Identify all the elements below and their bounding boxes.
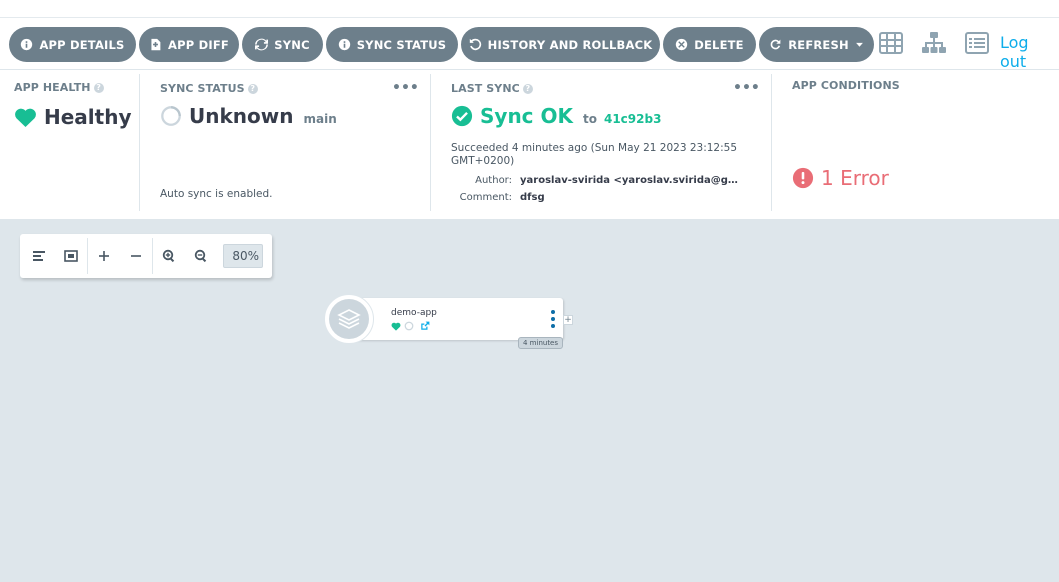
tree-grid-view-icon[interactable] [877, 29, 905, 57]
check-circle-icon [451, 105, 473, 127]
last-sync-title-text: LAST SYNC [451, 82, 520, 95]
sync-button[interactable]: SYNC [242, 27, 323, 62]
app-details-label: APP DETAILS [39, 37, 125, 52]
sync-status-value: Unknown [189, 104, 294, 128]
sync-status-menu[interactable]: ••• [392, 80, 419, 96]
plus-icon [99, 251, 109, 261]
fit-image-icon [64, 250, 78, 262]
help-icon[interactable]: ? [93, 82, 104, 93]
resource-graph[interactable]: 80% demo-app + 4 minutes [0, 220, 1059, 582]
comment-label: Comment: [459, 192, 512, 203]
delete-label: DELETE [694, 37, 744, 52]
fit-view-button[interactable] [55, 234, 87, 278]
commit-link[interactable]: 41c92b3 [604, 112, 661, 126]
align-left-button[interactable] [23, 234, 55, 278]
zoom-in-icon [162, 249, 175, 263]
app-details-button[interactable]: APP DETAILS [9, 27, 136, 62]
last-sync-value-row: Sync OK to 41c92b3 [451, 104, 661, 128]
heart-icon [391, 322, 401, 331]
app-node-name: demo-app [391, 308, 437, 318]
app-health-value: Healthy [44, 105, 132, 129]
auto-sync-note: Auto sync is enabled. [160, 188, 273, 200]
help-icon[interactable]: ? [522, 83, 533, 94]
sync-status-button[interactable]: SYNC STATUS [326, 27, 458, 62]
app-health-section: APP HEALTH ? Healthy [0, 70, 139, 212]
caret-down-icon [855, 42, 863, 47]
collapse-button[interactable] [120, 234, 152, 278]
times-circle-icon [676, 38, 688, 51]
history-and-rollback-label: HISTORY AND ROLLBACK [487, 37, 653, 52]
layers-icon [337, 309, 361, 329]
comment-value: dfsg [520, 192, 545, 203]
sync-label: SYNC [274, 37, 310, 52]
status-panel: APP HEALTH ? Healthy SYNC STATUS ? ••• U… [0, 70, 1059, 220]
app-conditions-section: APP CONDITIONS 1 Error [772, 70, 1059, 212]
network-view-icon[interactable] [920, 29, 948, 57]
app-health-title-text: APP HEALTH [14, 81, 91, 94]
logout-link[interactable]: Log out [1000, 33, 1059, 71]
author-value: yaroslav-svirida <yaroslav.svirida@gmail… [520, 175, 748, 186]
sync-status-section: SYNC STATUS ? ••• Unknown main Auto sync… [140, 70, 430, 212]
info-circle-icon [21, 38, 33, 51]
last-sync-title: LAST SYNC ? [451, 82, 533, 95]
refresh-button[interactable]: REFRESH [759, 27, 874, 62]
app-node-status-icons [391, 321, 430, 331]
expand-button[interactable] [88, 234, 120, 278]
minus-icon [131, 255, 141, 257]
sync-unknown-circle-icon [161, 106, 181, 126]
zoom-in-button[interactable] [153, 234, 185, 278]
app-diff-button[interactable]: APP DIFF [139, 27, 239, 62]
sync-icon [255, 38, 269, 51]
app-conditions-value: 1 Error [821, 166, 889, 190]
app-conditions-error[interactable]: 1 Error [792, 166, 889, 190]
refresh-icon [770, 39, 781, 50]
sync-unknown-circle-icon [404, 321, 414, 331]
app-conditions-title: APP CONDITIONS [792, 79, 900, 92]
last-sync-section: LAST SYNC ? ••• Sync OK to 41c92b3 Succe… [431, 70, 771, 212]
to-label: to [583, 111, 597, 126]
last-sync-menu[interactable]: ••• [733, 80, 760, 96]
sync-status-title: SYNC STATUS ? [160, 82, 258, 95]
refresh-label: REFRESH [788, 37, 849, 52]
target-revision: main [303, 111, 337, 126]
breadcrumb-strip [0, 0, 1059, 18]
sync-status-value-row: Unknown main [160, 104, 337, 128]
file-diff-icon [151, 38, 161, 51]
expand-node-icon[interactable]: + [563, 315, 573, 325]
app-diff-label: APP DIFF [168, 37, 229, 52]
graph-toolbar: 80% [20, 234, 272, 278]
comment-row: Comment: dfsg [450, 192, 545, 203]
app-health-title: APP HEALTH ? [14, 81, 104, 94]
author-label: Author: [475, 175, 512, 186]
zoom-level-input[interactable]: 80% [223, 244, 263, 268]
last-sync-detail: Succeeded 4 minutes ago (Sun May 21 2023… [451, 142, 738, 167]
last-sync-value: Sync OK [480, 104, 573, 128]
kebab-menu-icon[interactable] [549, 308, 557, 330]
list-view-icon[interactable] [963, 29, 991, 57]
external-link-icon[interactable] [420, 321, 430, 331]
history-and-rollback-button[interactable]: HISTORY AND ROLLBACK [461, 27, 660, 62]
sync-status-title-text: SYNC STATUS [160, 82, 245, 95]
app-node-icon[interactable] [324, 294, 374, 344]
sync-status-label: SYNC STATUS [356, 37, 447, 52]
app-node[interactable]: demo-app [350, 298, 563, 340]
app-node-icon-inner [329, 299, 369, 339]
help-icon[interactable]: ? [247, 83, 258, 94]
zoom-out-icon [194, 249, 207, 263]
heart-icon [15, 108, 36, 127]
zoom-out-button[interactable] [185, 234, 217, 278]
history-icon [469, 38, 481, 51]
info-circle-icon [338, 38, 350, 51]
app-health-status: Healthy [14, 105, 132, 129]
delete-button[interactable]: DELETE [663, 27, 756, 62]
exclamation-circle-icon [792, 167, 814, 189]
app-toolbar: APP DETAILS APP DIFF SYNC SYNC STATUS HI… [0, 0, 1059, 71]
align-left-icon [33, 251, 45, 261]
author-row: Author: yaroslav-svirida <yaroslav.sviri… [450, 175, 748, 186]
app-node-age-badge: 4 minutes [518, 337, 564, 349]
